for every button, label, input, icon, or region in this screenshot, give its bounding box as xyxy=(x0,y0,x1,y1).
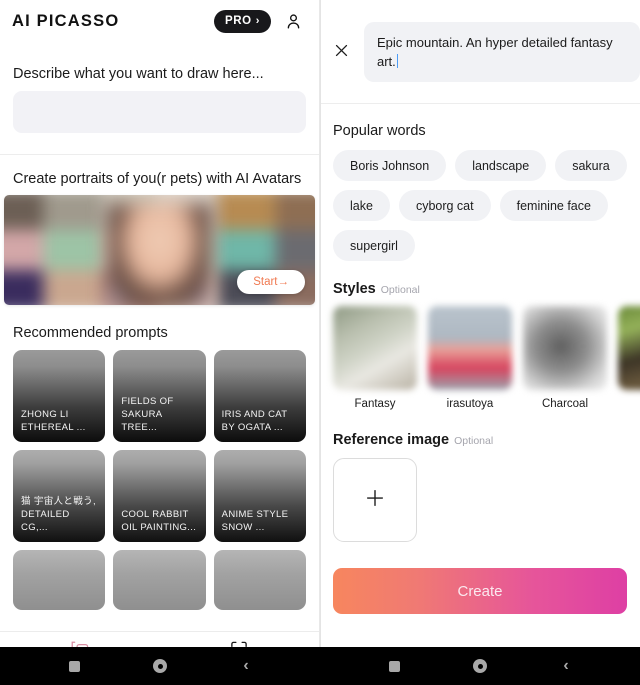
section-divider xyxy=(0,154,319,155)
prompt-card[interactable]: FIELDS OF SAKURA TREE... xyxy=(113,350,206,442)
chevron-right-icon: › xyxy=(255,14,260,27)
styles-optional-label: Optional xyxy=(380,284,420,296)
square-recents-icon[interactable] xyxy=(31,647,117,685)
recommended-prompts-title: Recommended prompts xyxy=(13,325,168,341)
popular-word-chip[interactable]: feminine face xyxy=(499,190,608,221)
popular-words-chip-list: Boris Johnson landscape sakura lake cybo… xyxy=(320,150,640,261)
create-button[interactable]: Create xyxy=(333,568,627,614)
android-nav-right: ‹ xyxy=(320,647,640,685)
popular-word-chip[interactable]: landscape xyxy=(455,150,547,181)
right-panel: Epic mountain. An hyper detailed fantasy… xyxy=(320,0,640,685)
app-brand-title: AI PICASSO xyxy=(12,11,120,30)
prompt-edit-field[interactable]: Epic mountain. An hyper detailed fantasy… xyxy=(364,22,640,82)
avatar-start-label: Start→ xyxy=(253,276,289,288)
style-thumbnail xyxy=(428,306,512,390)
prompt-edit-text: Epic mountain. An hyper detailed fantasy… xyxy=(377,35,613,69)
popular-word-chip[interactable]: Boris Johnson xyxy=(333,150,447,181)
reference-image-title: Reference image Optional xyxy=(320,432,640,448)
style-thumbnail xyxy=(333,306,417,390)
prompt-card-label: ZHONG LI ETHEREAL ... xyxy=(21,409,86,433)
ai-avatars-banner[interactable]: Start→ xyxy=(4,195,315,305)
editor-divider xyxy=(320,103,640,104)
prompt-card[interactable] xyxy=(13,550,106,610)
panel-divider xyxy=(320,0,321,685)
android-navigation-bar: ‹ ‹ xyxy=(0,647,640,685)
styles-title-label: Styles xyxy=(333,281,376,297)
prompt-card[interactable]: IRIS AND CAT BY OGATA ... xyxy=(213,350,306,442)
circle-home-icon[interactable] xyxy=(117,647,203,685)
left-panel: AI PICASSO PRO › Describe what you want … xyxy=(0,0,320,685)
reference-image-title-label: Reference image xyxy=(333,432,450,448)
popular-words-title: Popular words xyxy=(333,123,426,139)
recommended-prompts-grid: ZHONG LI ETHEREAL ... FIELDS OF SAKURA T… xyxy=(0,350,319,610)
prompt-editor-row: Epic mountain. An hyper detailed fantasy… xyxy=(320,0,640,82)
avatar-start-button[interactable]: Start→ xyxy=(237,270,305,294)
add-reference-image-button[interactable] xyxy=(333,458,417,542)
prompt-input[interactable] xyxy=(13,91,306,133)
style-label: 3D xyxy=(618,398,640,410)
close-icon[interactable] xyxy=(320,22,362,78)
prompt-card-label: 猫 宇宙人と戦う, DETAILED CG,... xyxy=(21,496,96,533)
style-label: Charcoal xyxy=(541,398,589,410)
describe-prompt-title: Describe what you want to draw here... xyxy=(13,66,264,82)
style-label: Fantasy xyxy=(354,398,396,410)
prompt-card[interactable]: 猫 宇宙人と戦う, DETAILED CG,... xyxy=(13,450,106,542)
style-thumbnail xyxy=(523,306,607,390)
app-screen: AI PICASSO PRO › Describe what you want … xyxy=(0,0,640,685)
styles-list: Fantasy irasutoya Charcoal 3D xyxy=(320,306,640,410)
ai-avatars-title: Create portraits of you(r pets) with AI … xyxy=(13,171,302,187)
square-recents-icon[interactable] xyxy=(351,647,437,685)
prompt-card[interactable] xyxy=(113,550,206,610)
app-header: AI PICASSO PRO › xyxy=(0,0,319,42)
prompt-card[interactable]: ANIME STYLE SNOW ... xyxy=(213,450,306,542)
prompt-card[interactable] xyxy=(213,550,306,610)
chevron-back-icon[interactable]: ‹ xyxy=(203,647,289,685)
banner-portrait xyxy=(106,203,213,305)
android-nav-left: ‹ xyxy=(0,647,320,685)
popular-word-chip[interactable]: cyborg cat xyxy=(398,190,491,221)
style-option[interactable]: 3D xyxy=(618,306,640,410)
popular-word-chip[interactable]: supergirl xyxy=(333,230,415,261)
text-cursor xyxy=(396,54,399,68)
style-option[interactable]: Fantasy xyxy=(333,306,417,410)
style-option[interactable]: irasutoya xyxy=(428,306,512,410)
prompt-card-label: ANIME STYLE SNOW ... xyxy=(221,509,289,533)
popular-word-chip[interactable]: sakura xyxy=(555,150,627,181)
reference-image-optional-label: Optional xyxy=(454,435,494,447)
circle-home-icon[interactable] xyxy=(437,647,523,685)
left-scroll-area[interactable]: AI PICASSO PRO › Describe what you want … xyxy=(0,0,319,631)
chevron-back-icon[interactable]: ‹ xyxy=(523,647,609,685)
style-thumbnail xyxy=(618,306,640,390)
plus-icon xyxy=(364,487,386,513)
prompt-card-label: COOL RABBIT OIL PAINTING... xyxy=(121,509,197,533)
styles-title: Styles Optional xyxy=(320,281,640,297)
right-scroll-area[interactable]: Epic mountain. An hyper detailed fantasy… xyxy=(320,0,640,631)
popular-word-chip[interactable]: lake xyxy=(333,190,390,221)
style-label: irasutoya xyxy=(446,398,494,410)
style-option[interactable]: Charcoal xyxy=(523,306,607,410)
pro-label: PRO xyxy=(225,15,252,27)
prompt-card-label: FIELDS OF SAKURA TREE... xyxy=(121,396,174,433)
person-icon[interactable] xyxy=(281,9,305,33)
prompt-card-label: IRIS AND CAT BY OGATA ... xyxy=(221,409,288,433)
pro-upgrade-button[interactable]: PRO › xyxy=(214,9,271,33)
prompt-card[interactable]: COOL RABBIT OIL PAINTING... xyxy=(113,450,206,542)
prompt-card[interactable]: ZHONG LI ETHEREAL ... xyxy=(13,350,106,442)
